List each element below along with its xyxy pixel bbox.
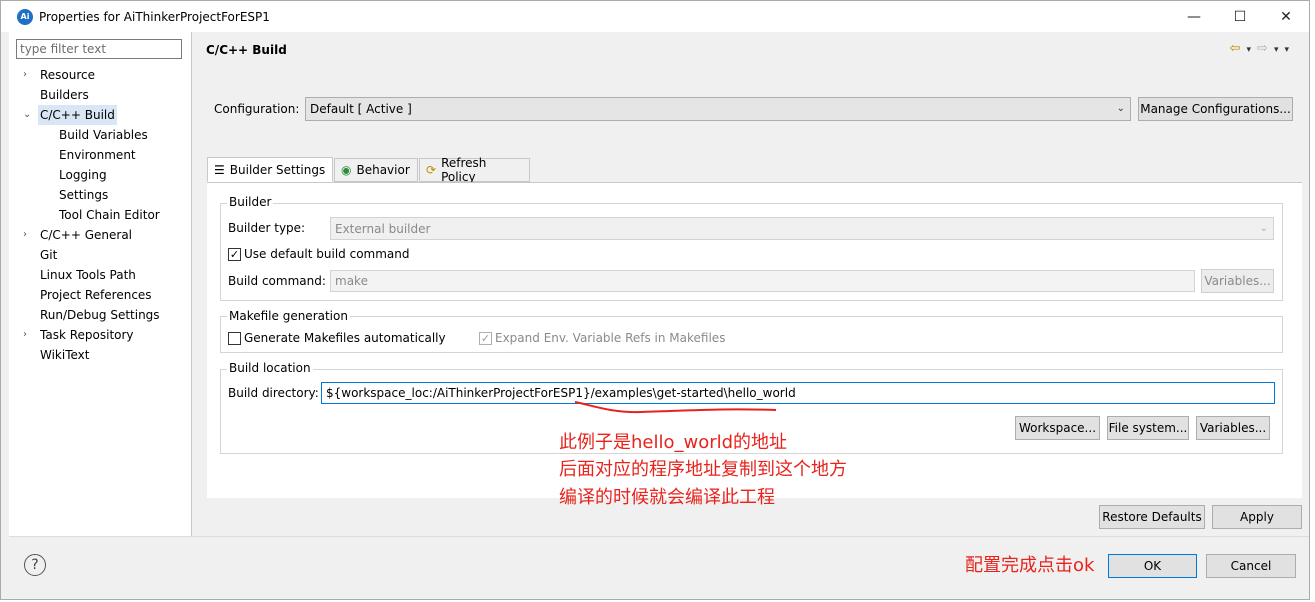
tree-item-tool-chain-editor[interactable]: Tool Chain Editor [9, 205, 199, 225]
tree-item-label: Logging [59, 168, 107, 182]
configuration-label: Configuration: [214, 102, 300, 116]
minimize-button[interactable]: — [1171, 1, 1217, 32]
tab-behavior[interactable]: ◉ Behavior [334, 158, 418, 182]
apply-button[interactable]: Apply [1212, 505, 1302, 529]
annotation-line-2: 后面对应的程序地址复制到这个地方 [559, 459, 847, 480]
tree-item-label: Linux Tools Path [40, 268, 136, 282]
underline-annotation-icon [574, 401, 777, 414]
expand-env-refs-checkbox[interactable]: ✓ [479, 332, 492, 345]
file-system-button[interactable]: File system... [1107, 416, 1189, 440]
property-tree: › Resource Builders ⌄ C/C++ Build Build Va… [9, 65, 199, 365]
close-button[interactable]: ✕ [1263, 1, 1309, 32]
build-location-group-title: Build location [227, 361, 313, 375]
tree-item-label: Resource [40, 68, 96, 82]
tree-item-label: Build Variables [59, 128, 148, 142]
chevron-down-icon[interactable]: ⌄ [23, 105, 33, 125]
tree-item-label: Environment [59, 148, 136, 162]
tree-item-cpp-general[interactable]: › C/C++ General [9, 225, 199, 245]
tree-item-builders[interactable]: Builders [9, 85, 199, 105]
tree-item-git[interactable]: Git [9, 245, 199, 265]
behavior-icon: ◉ [341, 163, 352, 177]
tree-item-cpp-build[interactable]: ⌄ C/C++ Build [9, 105, 199, 125]
tree-item-resource[interactable]: › Resource [9, 65, 199, 85]
forward-arrow-icon[interactable]: ⇨ [1257, 41, 1268, 59]
build-command-label: Build command: [228, 274, 326, 288]
tree-item-label: WikiText [40, 348, 90, 362]
tab-refresh-policy[interactable]: ⟳ Refresh Policy [419, 156, 530, 184]
tab-label: Refresh Policy [441, 156, 487, 184]
tree-item-linux-tools-path[interactable]: Linux Tools Path [9, 265, 199, 285]
footer-divider [9, 536, 1309, 537]
tree-item-label: Project References [40, 288, 152, 302]
tree-item-environment[interactable]: Environment [9, 145, 199, 165]
use-default-command-checkbox[interactable]: ✓ [228, 248, 241, 261]
chevron-right-icon[interactable]: › [23, 65, 33, 85]
chevron-right-icon[interactable]: › [23, 325, 33, 345]
maximize-button[interactable]: ☐ [1217, 1, 1263, 32]
tree-item-settings[interactable]: Settings [9, 185, 199, 205]
properties-window: Ai Properties for AiThinkerProjectForESP… [0, 0, 1310, 600]
tree-item-label: Run/Debug Settings [40, 308, 160, 322]
page-title: C/C++ Build [206, 43, 287, 57]
tree-item-label: C/C++ Build [38, 105, 117, 125]
configuration-select[interactable]: Default [ Active ] ⌄ [305, 97, 1131, 121]
help-icon[interactable]: ? [24, 554, 46, 576]
refresh-icon: ⟳ [426, 163, 437, 177]
forward-dropdown-icon[interactable]: ▾ [1274, 41, 1279, 59]
filter-input[interactable] [16, 39, 182, 59]
makefile-group-title: Makefile generation [227, 309, 350, 323]
back-dropdown-icon[interactable]: ▾ [1247, 41, 1252, 59]
tab-builder-settings[interactable]: ☰ Builder Settings [207, 157, 333, 182]
manage-configurations-button[interactable]: Manage Configurations... [1138, 97, 1293, 121]
configuration-value: Default [ Active ] [310, 102, 412, 116]
chevron-down-icon: ⌄ [1259, 223, 1268, 234]
builder-type-select[interactable]: External builder ⌄ [330, 217, 1274, 240]
tree-item-run-debug-settings[interactable]: Run/Debug Settings [9, 305, 199, 325]
build-command-field[interactable]: make [330, 270, 1195, 292]
tree-item-label: Settings [59, 188, 109, 202]
tree-item-build-variables[interactable]: Build Variables [9, 125, 199, 145]
title-bar: Ai Properties for AiThinkerProjectForESP… [1, 1, 1309, 32]
tree-item-task-repository[interactable]: › Task Repository [9, 325, 199, 345]
tree-item-logging[interactable]: Logging [9, 165, 199, 185]
tab-label: Builder Settings [229, 162, 326, 177]
use-default-command-label: Use default build command [244, 247, 410, 261]
annotation-line-1: 此例子是hello_world的地址 [559, 432, 788, 453]
builder-variables-button[interactable]: Variables... [1201, 269, 1274, 293]
annotation-line-3: 编译的时候就会编译此工程 [559, 487, 775, 508]
generate-makefiles-checkbox[interactable] [228, 332, 241, 345]
tree-item-label: Tool Chain Editor [59, 208, 160, 222]
tree-item-project-references[interactable]: Project References [9, 285, 199, 305]
cancel-button[interactable]: Cancel [1206, 554, 1296, 578]
back-arrow-icon[interactable]: ⇦ [1230, 41, 1241, 59]
location-variables-button[interactable]: Variables... [1196, 416, 1270, 440]
restore-defaults-button[interactable]: Restore Defaults [1099, 505, 1205, 529]
history-nav: ⇦ ▾ ⇨ ▾ ▾ [1230, 41, 1289, 59]
settings-list-icon: ☰ [214, 162, 225, 177]
tree-item-label: Git [40, 248, 58, 262]
expand-env-refs-label: Expand Env. Variable Refs in Makefiles [495, 331, 726, 345]
window-title: Properties for AiThinkerProjectForESP1 [39, 9, 270, 24]
tab-label: Behavior [356, 163, 410, 177]
chevron-right-icon[interactable]: › [23, 225, 33, 245]
build-directory-label: Build directory: [228, 386, 319, 400]
chevron-down-icon: ⌄ [1116, 103, 1125, 114]
builder-type-value: External builder [335, 222, 431, 236]
ok-button[interactable]: OK [1108, 554, 1197, 578]
build-directory-field[interactable]: ${workspace_loc:/AiThinkerProjectForESP1… [321, 382, 1275, 404]
builder-group-title: Builder [227, 195, 274, 209]
tree-item-label: C/C++ General [40, 228, 133, 242]
generate-makefiles-label: Generate Makefiles automatically [244, 331, 446, 345]
tree-item-label: Builders [40, 88, 89, 102]
ok-annotation: 配置完成点击ok [965, 555, 1095, 576]
builder-type-label: Builder type: [228, 221, 306, 235]
workspace-button[interactable]: Workspace... [1015, 416, 1100, 440]
app-logo-icon: Ai [17, 8, 33, 25]
tree-item-wikitext[interactable]: WikiText [9, 345, 199, 365]
tree-item-label: Task Repository [40, 328, 134, 342]
view-menu-icon[interactable]: ▾ [1284, 41, 1289, 59]
